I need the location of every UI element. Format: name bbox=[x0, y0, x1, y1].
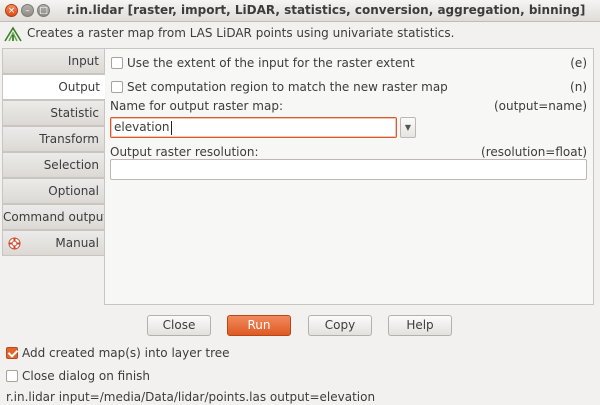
tab-selection[interactable]: Selection bbox=[2, 152, 104, 178]
minimize-window-icon[interactable]: – bbox=[21, 4, 34, 17]
output-name-hint: (output=name) bbox=[493, 99, 587, 113]
close-window-icon[interactable]: × bbox=[5, 4, 18, 17]
region-label: Set computation region to match the new … bbox=[127, 80, 448, 94]
title-bar: × – □ r.in.lidar [raster, import, LiDAR,… bbox=[0, 0, 600, 22]
region-flag: (n) bbox=[570, 80, 587, 94]
tab-transform[interactable]: Transform bbox=[2, 126, 104, 152]
tab-label: Command output bbox=[3, 210, 109, 224]
tab-optional[interactable]: Optional bbox=[2, 178, 104, 204]
maximize-window-icon[interactable]: □ bbox=[37, 4, 50, 17]
tab-label: Statistic bbox=[50, 106, 99, 120]
extent-flag: (e) bbox=[570, 56, 587, 70]
tab-label: Optional bbox=[48, 184, 99, 198]
add-layer-label: Add created map(s) into layer tree bbox=[22, 346, 230, 360]
tab-label: Output bbox=[58, 80, 100, 94]
module-description: Creates a raster map from LAS LiDAR poin… bbox=[27, 26, 455, 40]
extent-checkbox[interactable] bbox=[111, 57, 123, 69]
resolution-label: Output raster resolution: bbox=[110, 145, 259, 159]
extent-label: Use the extent of the input for the rast… bbox=[127, 56, 415, 70]
tab-statistic[interactable]: Statistic bbox=[2, 100, 104, 126]
tab-command-output[interactable]: Command output bbox=[2, 204, 108, 230]
copy-button[interactable]: Copy bbox=[308, 315, 372, 336]
tab-input[interactable]: Input bbox=[2, 48, 104, 74]
tab-label: Manual bbox=[55, 236, 99, 250]
resolution-hint: (resolution=float) bbox=[481, 145, 587, 159]
output-name-value: elevation bbox=[114, 120, 170, 134]
options-tabs: Input Output Statistic Transform Selecti… bbox=[0, 48, 108, 258]
output-name-label: Name for output raster map: bbox=[110, 99, 284, 113]
tab-output[interactable]: Output bbox=[2, 74, 105, 100]
tab-label: Transform bbox=[39, 132, 99, 146]
module-description-row: Creates a raster map from LAS LiDAR poin… bbox=[0, 22, 600, 46]
output-name-input[interactable]: elevation bbox=[110, 117, 397, 138]
add-layer-checkbox[interactable] bbox=[6, 347, 18, 359]
output-panel: Use the extent of the input for the rast… bbox=[104, 48, 594, 305]
close-dialog-checkbox[interactable] bbox=[6, 370, 18, 382]
help-button[interactable]: Help bbox=[388, 315, 452, 336]
region-checkbox[interactable] bbox=[111, 81, 123, 93]
tab-label: Selection bbox=[43, 158, 99, 172]
text-caret bbox=[170, 120, 172, 135]
tab-manual[interactable]: Manual bbox=[2, 230, 104, 256]
chevron-down-icon[interactable]: ▼ bbox=[400, 117, 416, 138]
resolution-input[interactable] bbox=[110, 159, 587, 180]
window-title: r.in.lidar [raster, import, LiDAR, stati… bbox=[66, 3, 586, 17]
run-button[interactable]: Run bbox=[227, 315, 291, 336]
tab-label: Input bbox=[67, 54, 99, 68]
command-preview: r.in.lidar input=/media/Data/lidar/point… bbox=[6, 390, 376, 404]
grass-logo-icon bbox=[4, 26, 22, 42]
close-dialog-label: Close dialog on finish bbox=[22, 369, 151, 383]
close-button[interactable]: Close bbox=[147, 315, 211, 336]
lifebuoy-icon bbox=[8, 237, 21, 250]
